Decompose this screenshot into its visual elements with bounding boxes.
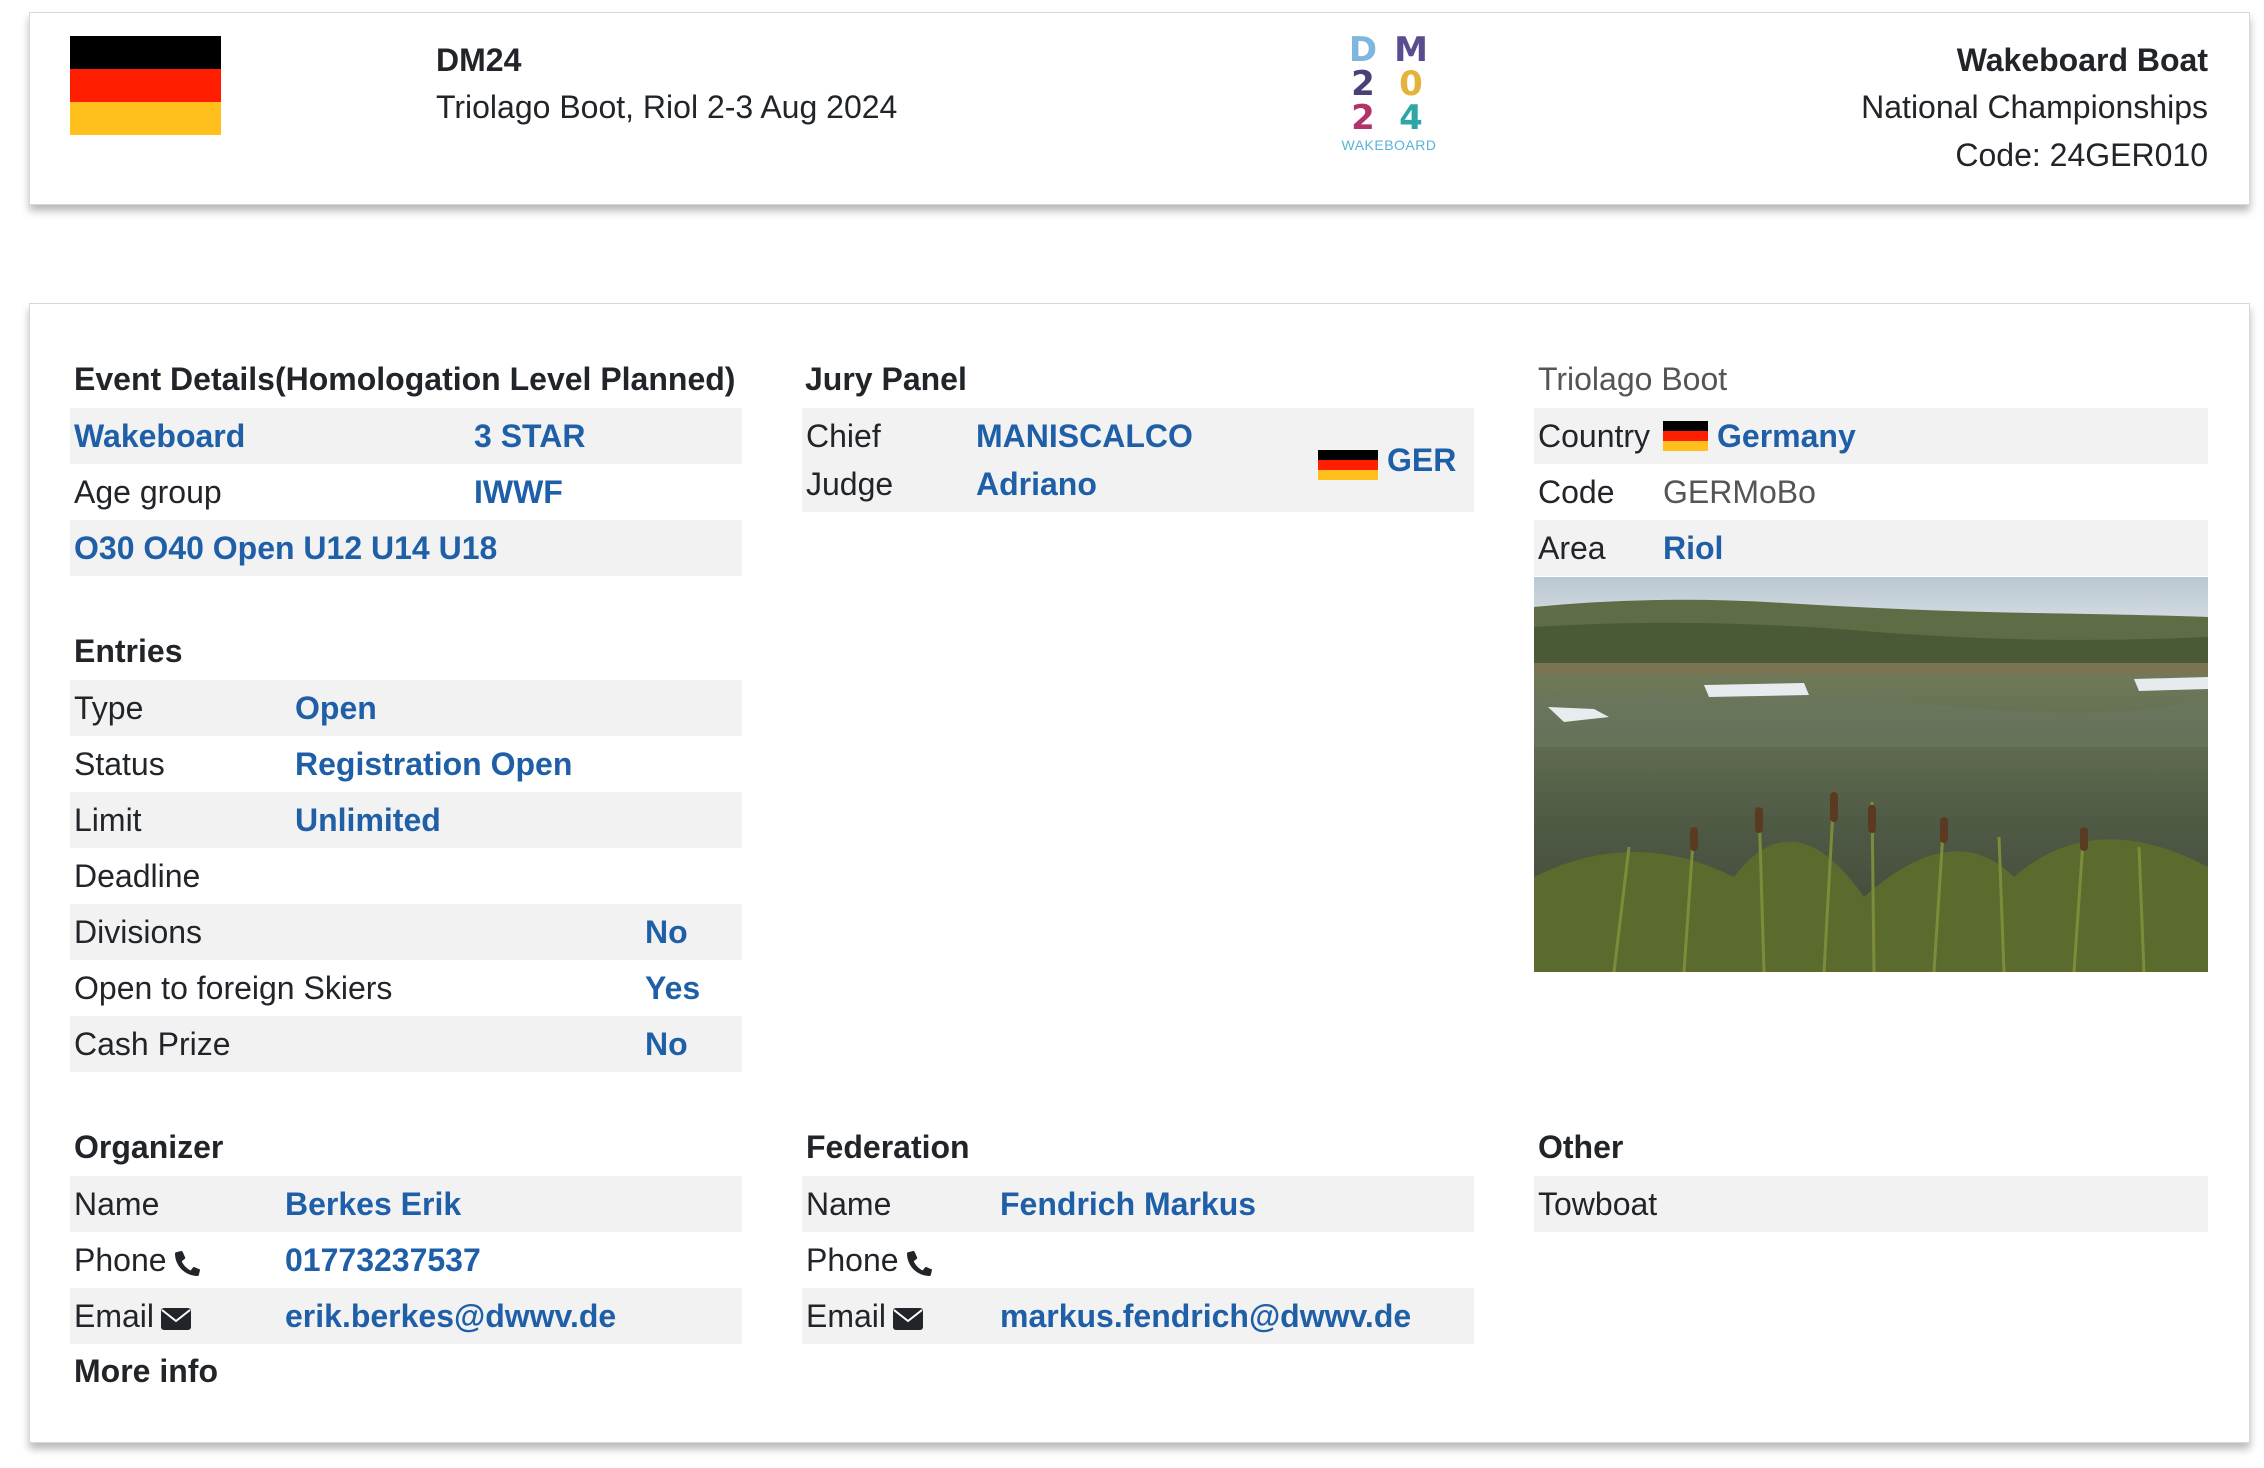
federation-email-label-group: Email <box>806 1288 924 1344</box>
age-group-link[interactable]: IWWF <box>474 464 563 520</box>
envelope-icon <box>893 1307 924 1330</box>
organizer-phone-link[interactable]: 01773237537 <box>285 1232 481 1288</box>
discipline-title: Wakeboard Boat <box>1956 42 2208 78</box>
championship-name: National Championships <box>1861 89 2208 125</box>
phone-icon <box>906 1250 932 1276</box>
jury-country-link[interactable]: GER <box>1387 436 1456 484</box>
organizer-email-row: Email erik.berkes@dwwv.de <box>70 1288 742 1344</box>
site-country-row: Country Germany <box>1534 408 2208 464</box>
entries-status-label: Status <box>74 746 165 782</box>
other-towboat-row: Towboat <box>1534 1176 2208 1232</box>
categories-row: O30 O40 Open U12 U14 U18 <box>70 520 742 576</box>
entries-foreign-value[interactable]: Yes <box>645 960 700 1016</box>
germany-flag-icon <box>1663 421 1708 451</box>
organizer-phone-label: Phone <box>74 1242 167 1278</box>
site-country-link[interactable]: Germany <box>1717 408 1856 464</box>
entries-divisions-value[interactable]: No <box>645 904 688 960</box>
event-details-title: Event Details(Homologation Level Planned… <box>74 361 736 397</box>
age-group-row: Age group IWWF <box>70 464 742 520</box>
level-link[interactable]: 3 STAR <box>474 408 585 464</box>
germany-flag <box>70 36 221 135</box>
jury-chief-row: Chief Judge MANISCALCO Adriano GER <box>802 408 1474 512</box>
entries-type-row: Type Open <box>70 680 742 736</box>
organizer-email-label-group: Email <box>74 1288 192 1344</box>
entries-deadline-label: Deadline <box>74 858 201 894</box>
entries-title: Entries <box>74 633 183 669</box>
federation-title: Federation <box>806 1129 970 1165</box>
entries-cash-prize-value[interactable]: No <box>645 1016 688 1072</box>
entries-divisions-label: Divisions <box>74 914 203 950</box>
event-code-title: DM24 <box>436 42 522 78</box>
site-code-row: Code GERMoBo <box>1534 464 2208 520</box>
organizer-title: Organizer <box>74 1129 224 1165</box>
entries-cash-prize-label: Cash Prize <box>74 1026 231 1062</box>
site-title: Triolago Boot <box>1538 361 1728 397</box>
entries-foreign-label: Open to foreign Skiers <box>74 970 393 1006</box>
jury-role-line1: Chief <box>806 418 881 454</box>
site-country-label: Country <box>1538 418 1651 454</box>
organizer-phone-row: Phone 01773237537 <box>70 1232 742 1288</box>
germany-flag-icon <box>1318 450 1378 480</box>
entries-divisions-row: Divisions No <box>70 904 742 960</box>
federation-phone-row: Phone <box>802 1232 1474 1288</box>
discipline-row: Wakeboard 3 STAR <box>70 408 742 464</box>
jury-role-line2: Judge <box>806 466 894 502</box>
organizer-email-link[interactable]: erik.berkes@dwwv.de <box>285 1288 616 1344</box>
site-photo[interactable] <box>1534 577 2208 972</box>
entries-status-value[interactable]: Registration Open <box>295 736 572 792</box>
other-towboat-label: Towboat <box>1538 1186 1658 1222</box>
age-group-label: Age group <box>74 474 222 510</box>
site-area-link[interactable]: Riol <box>1663 520 1723 576</box>
organizer-name-label: Name <box>74 1186 160 1222</box>
entries-type-label: Type <box>74 690 144 726</box>
entries-limit-value[interactable]: Unlimited <box>295 792 441 848</box>
entries-cash-prize-row: Cash Prize No <box>70 1016 742 1072</box>
jury-surname-link[interactable]: MANISCALCO <box>976 412 1193 460</box>
organizer-name-link[interactable]: Berkes Erik <box>285 1176 461 1232</box>
site-code-label: Code <box>1538 474 1615 510</box>
organizer-phone-label-group: Phone <box>74 1232 203 1288</box>
site-area-row: Area Riol <box>1534 520 2208 576</box>
federation-name-label: Name <box>806 1186 892 1222</box>
entries-type-value[interactable]: Open <box>295 680 377 736</box>
event-location-dates: Triolago Boot, Riol 2-3 Aug 2024 <box>436 89 898 125</box>
entries-limit-label: Limit <box>74 802 142 838</box>
site-area-label: Area <box>1538 530 1606 566</box>
entries-status-row: Status Registration Open <box>70 736 742 792</box>
federation-phone-label-group: Phone <box>806 1232 935 1288</box>
jury-firstname-link[interactable]: Adriano <box>976 460 1097 508</box>
envelope-icon <box>161 1307 192 1330</box>
federation-name-row: Name Fendrich Markus <box>802 1176 1474 1232</box>
federation-email-label: Email <box>806 1298 887 1334</box>
site-code-value: GERMoBo <box>1663 474 1816 510</box>
dm24-wakeboard-logo: D M 2 0 2 4 WAKEBOARD <box>1341 30 1437 153</box>
other-title: Other <box>1538 1129 1624 1165</box>
entries-deadline-row: Deadline <box>70 848 742 904</box>
federation-name-link[interactable]: Fendrich Markus <box>1000 1176 1256 1232</box>
event-homologation-code: Code: 24GER010 <box>1955 137 2208 173</box>
federation-phone-label: Phone <box>806 1242 899 1278</box>
entries-foreign-row: Open to foreign Skiers Yes <box>70 960 742 1016</box>
entries-limit-row: Limit Unlimited <box>70 792 742 848</box>
phone-icon <box>174 1250 200 1276</box>
organizer-email-label: Email <box>74 1298 155 1334</box>
organizer-name-row: Name Berkes Erik <box>70 1176 742 1232</box>
more-info-link[interactable]: More info <box>74 1351 218 1391</box>
discipline-link[interactable]: Wakeboard <box>74 408 245 464</box>
jury-panel-title: Jury Panel <box>805 361 967 397</box>
federation-email-row: Email markus.fendrich@dwwv.de <box>802 1288 1474 1344</box>
categories-link[interactable]: O30 O40 Open U12 U14 U18 <box>74 520 497 576</box>
federation-email-link[interactable]: markus.fendrich@dwwv.de <box>1000 1288 1411 1344</box>
